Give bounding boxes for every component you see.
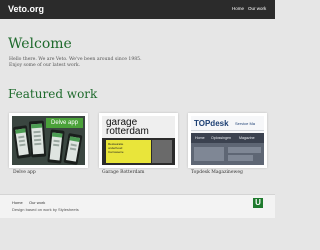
work-thumbnail-delve-app[interactable]: Delve app <box>12 116 85 165</box>
footer-link-our-work[interactable]: Our work <box>29 200 45 206</box>
back-to-top-icon[interactable]: U <box>253 198 263 208</box>
work-card-garage-rotterdam[interactable]: garage rotterdam Restauratie onderhoud C… <box>99 113 178 168</box>
intro-text: Hello there. We are Veto. We've been aro… <box>9 57 142 69</box>
footer <box>0 194 275 218</box>
thumbnail-tagline: Service Ma <box>235 121 256 126</box>
page-title: Welcome <box>8 36 72 52</box>
thumbnail-label: Delve app <box>46 118 83 128</box>
thumbnail-heading: rotterdam <box>106 126 149 137</box>
work-caption-topdesk[interactable]: Topdesk Magazineweg <box>191 170 243 176</box>
footer-link-home[interactable]: Home <box>12 200 23 206</box>
thumbnail-nav: Home Oplossingen Magazine <box>191 133 264 143</box>
phone-mockup <box>47 129 65 164</box>
work-caption-delve-app[interactable]: Delve app <box>13 170 36 176</box>
featured-work-heading: Featured work <box>8 87 98 101</box>
thumbnail-nav-item: Home <box>195 136 205 140</box>
thumbnail-nav-item: Magazine <box>239 136 255 140</box>
thumbnail-body <box>191 143 264 165</box>
intro-line-2: Enjoy some of our latest work. <box>9 63 81 69</box>
thumbnail-photo <box>152 140 172 163</box>
nav-link-home[interactable]: Home <box>232 5 244 13</box>
work-caption-garage-rotterdam[interactable]: Garage Rotterdam <box>102 170 144 176</box>
work-card-topdesk[interactable]: TOPdesk Service Ma Home Oplossingen Maga… <box>188 113 267 168</box>
phone-mockup <box>28 120 47 158</box>
phone-mockup <box>63 133 83 165</box>
nav-link-our-work[interactable]: Our work <box>248 5 266 13</box>
work-thumbnail-topdesk[interactable]: TOPdesk Service Ma Home Oplossingen Maga… <box>191 116 264 165</box>
work-thumbnail-garage-rotterdam[interactable]: garage rotterdam Restauratie onderhoud C… <box>102 116 175 165</box>
work-card-delve-app[interactable]: Delve app <box>9 113 88 168</box>
thumbnail-logo: TOPdesk <box>194 119 229 128</box>
top-navigation-bar: Veto.org Home Our work <box>0 0 275 19</box>
thumbnail-banner: Restauratie onderhoud Carrosserie <box>106 140 151 163</box>
site-logo[interactable]: Veto.org <box>8 3 44 15</box>
footer-credit: Design based on work by Stylesheets <box>12 207 79 212</box>
thumbnail-text: Carrosserie <box>108 150 124 154</box>
thumbnail-nav-item: Oplossingen <box>211 136 231 140</box>
